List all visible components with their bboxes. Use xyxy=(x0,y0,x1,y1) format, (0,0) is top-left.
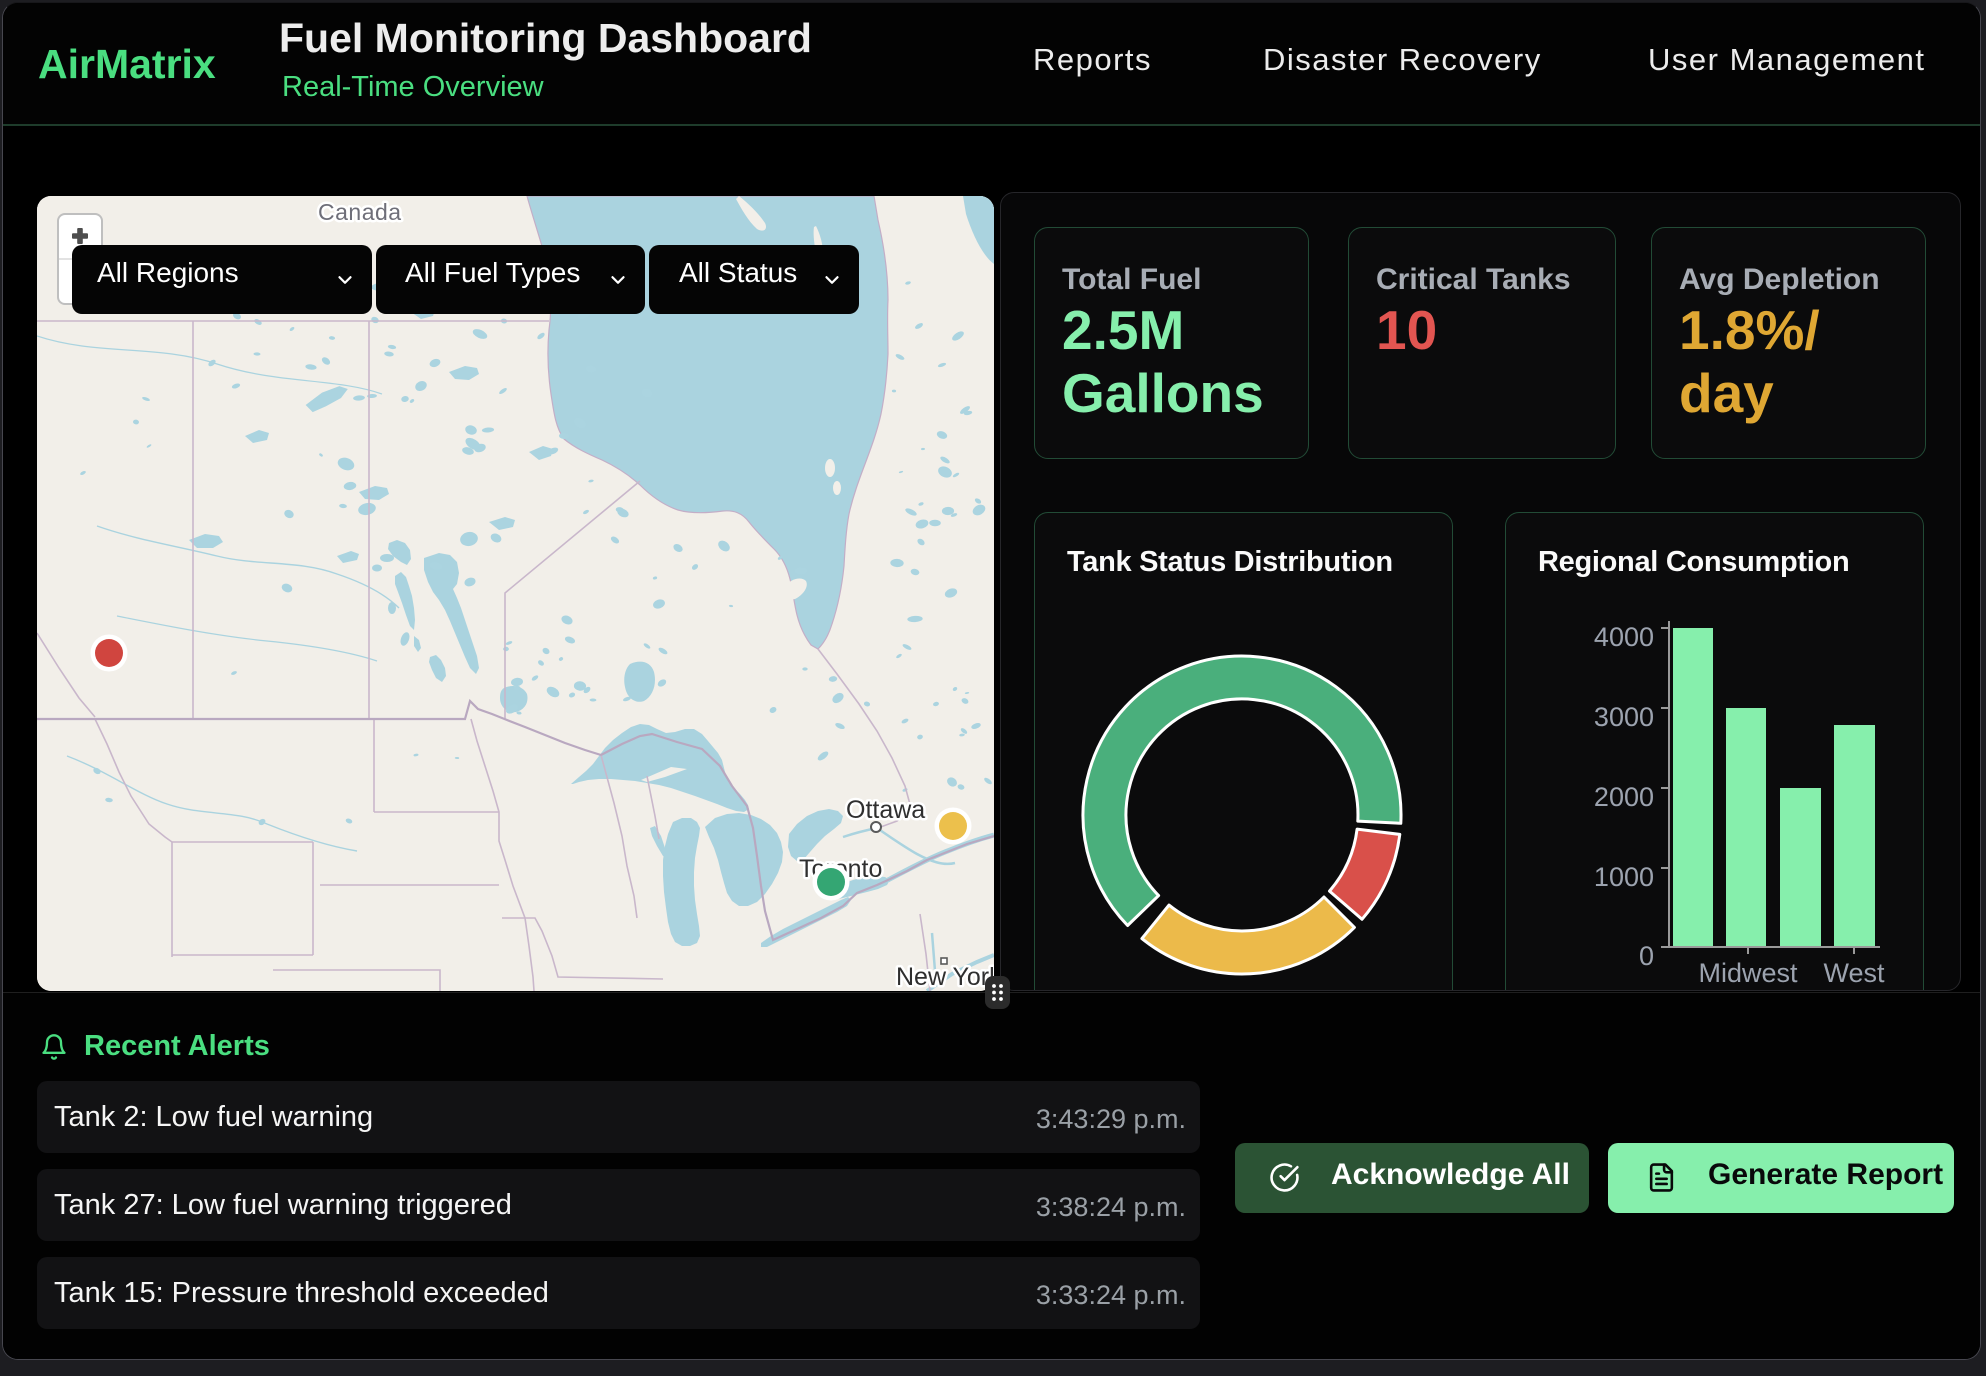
svg-text:Ottawa: Ottawa xyxy=(846,796,925,824)
svg-text:3000: 3000 xyxy=(1594,702,1654,732)
svg-text:2000: 2000 xyxy=(1594,782,1654,812)
svg-text:0: 0 xyxy=(1639,941,1654,971)
svg-text:New York: New York xyxy=(896,963,994,991)
svg-text:1000: 1000 xyxy=(1594,862,1654,892)
svg-text:Midwest: Midwest xyxy=(1698,958,1798,988)
svg-text:4000: 4000 xyxy=(1594,622,1654,652)
svg-text:Canada: Canada xyxy=(318,199,402,225)
svg-text:West: West xyxy=(1823,958,1885,988)
